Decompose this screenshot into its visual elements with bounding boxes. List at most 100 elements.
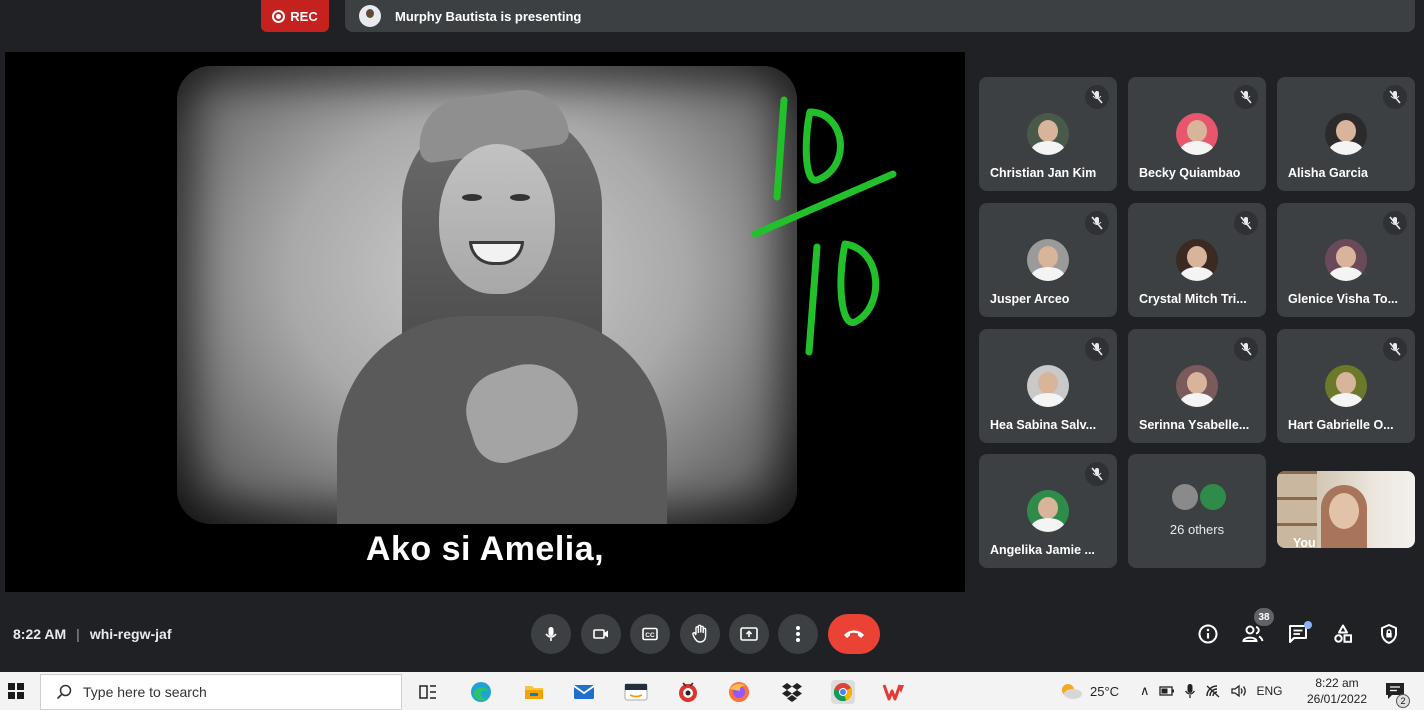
participant-name: Hart Gabrielle O... xyxy=(1288,418,1394,432)
participant-tile[interactable]: Alisha Garcia xyxy=(1277,77,1415,191)
presenting-banner[interactable]: Murphy Bautista is presenting xyxy=(345,0,1415,32)
mic-off-icon xyxy=(1085,211,1109,235)
chat-unread-dot xyxy=(1304,621,1312,629)
wps-office-icon[interactable] xyxy=(882,680,906,704)
self-label: You xyxy=(1293,536,1316,548)
record-icon xyxy=(272,9,286,23)
participant-avatar xyxy=(1027,113,1069,155)
participant-tile[interactable]: Serinna Ysabelle... xyxy=(1128,329,1266,443)
participant-avatar xyxy=(1027,365,1069,407)
others-avatars xyxy=(1172,484,1226,510)
taskbar-search[interactable]: Type here to search xyxy=(40,674,402,710)
meeting-code: whi-regw-jaf xyxy=(89,626,172,642)
participant-tile[interactable]: Crystal Mitch Tri... xyxy=(1128,203,1266,317)
participant-name: Crystal Mitch Tri... xyxy=(1139,292,1247,306)
camera-icon xyxy=(593,629,608,639)
recording-badge[interactable]: REC xyxy=(261,0,329,32)
participant-tile[interactable]: Hart Gabrielle O... xyxy=(1277,329,1415,443)
participant-tile[interactable]: Jusper Arceo xyxy=(979,203,1117,317)
participant-name: Alisha Garcia xyxy=(1288,166,1368,180)
participant-tile[interactable]: Angelika Jamie ... xyxy=(979,454,1117,568)
presentation-stage[interactable]: Ako si Amelia, xyxy=(5,52,965,592)
participant-name: Angelika Jamie ... xyxy=(990,543,1095,557)
participant-avatar xyxy=(1325,239,1367,281)
captions-button[interactable]: CC xyxy=(630,614,670,654)
mic-off-icon xyxy=(1085,337,1109,361)
hand-icon xyxy=(692,624,707,643)
chrome-icon[interactable] xyxy=(831,680,855,704)
mic-off-icon xyxy=(1383,211,1407,235)
host-controls-button[interactable] xyxy=(1375,620,1403,648)
battery-icon[interactable] xyxy=(1158,684,1175,698)
microphone-tray-icon[interactable] xyxy=(1184,683,1196,699)
microphone-button[interactable] xyxy=(531,614,571,654)
meeting-time: 8:22 AM xyxy=(13,626,67,642)
microphone-icon xyxy=(545,627,557,641)
search-placeholder: Type here to search xyxy=(83,684,207,700)
task-view-icon[interactable] xyxy=(416,680,440,704)
captions-icon: CC xyxy=(642,627,658,641)
mic-off-icon xyxy=(1383,337,1407,361)
participant-name: Serinna Ysabelle... xyxy=(1139,418,1250,432)
people-icon xyxy=(1242,625,1264,642)
others-tile[interactable]: 26 others xyxy=(1128,454,1266,568)
participant-avatar xyxy=(1027,239,1069,281)
mail-icon[interactable] xyxy=(572,680,596,704)
taskbar-clock[interactable]: 8:22 am 26/01/2022 xyxy=(1302,675,1372,707)
weather-icon xyxy=(1062,684,1082,699)
taskbar-date: 26/01/2022 xyxy=(1306,692,1368,706)
system-tray: ∧ ENG xyxy=(1140,672,1283,710)
mic-off-icon xyxy=(1085,462,1109,486)
mic-off-icon xyxy=(1234,211,1258,235)
camera-button[interactable] xyxy=(581,614,621,654)
language-indicator[interactable]: ENG xyxy=(1257,684,1283,698)
participant-tile[interactable]: Christian Jan Kim xyxy=(979,77,1117,191)
weather-widget[interactable]: 25°C xyxy=(1058,672,1119,710)
leave-call-button[interactable] xyxy=(828,614,880,654)
presenting-text: Murphy Bautista is presenting xyxy=(395,8,582,24)
activities-icon xyxy=(1334,624,1352,643)
meeting-info: 8:22 AM | whi-regw-jaf xyxy=(13,626,171,642)
svg-text:CC: CC xyxy=(645,632,655,639)
chevron-up-icon[interactable]: ∧ xyxy=(1140,683,1150,699)
windows-start-icon[interactable] xyxy=(8,683,24,699)
dropbox-icon[interactable] xyxy=(780,680,804,704)
mic-off-icon xyxy=(1085,85,1109,109)
top-bar: REC Murphy Bautista is presenting xyxy=(0,0,1424,36)
edge-browser-icon[interactable] xyxy=(469,680,493,704)
wifi-icon[interactable] xyxy=(1205,684,1221,698)
participant-avatar xyxy=(1325,113,1367,155)
mic-off-icon xyxy=(1234,337,1258,361)
present-icon xyxy=(740,627,758,641)
participant-avatar xyxy=(1176,239,1218,281)
recording-label: REC xyxy=(290,8,318,24)
info-icon xyxy=(1198,624,1218,644)
amazon-icon[interactable] xyxy=(624,680,648,704)
media-app-icon[interactable] xyxy=(676,680,700,704)
self-view-tile[interactable]: You xyxy=(1277,471,1415,548)
slide-caption: Ako si Amelia, xyxy=(365,530,605,568)
participant-name: Becky Quiambao xyxy=(1139,166,1241,180)
meeting-details-button[interactable] xyxy=(1194,620,1222,648)
activities-button[interactable] xyxy=(1329,620,1357,648)
participant-name: Hea Sabina Salv... xyxy=(990,418,1097,432)
participant-tile[interactable]: Glenice Visha To... xyxy=(1277,203,1415,317)
more-options-button[interactable] xyxy=(778,614,818,654)
more-vert-icon xyxy=(796,626,800,642)
presented-photo xyxy=(177,66,797,524)
present-screen-button[interactable] xyxy=(729,614,769,654)
participant-name: Jusper Arceo xyxy=(990,292,1070,306)
others-count: 26 others xyxy=(1169,522,1225,537)
file-explorer-icon[interactable] xyxy=(522,680,546,704)
participant-tile[interactable]: Becky Quiambao xyxy=(1128,77,1266,191)
volume-icon[interactable] xyxy=(1230,684,1248,698)
participant-tile[interactable]: Hea Sabina Salv... xyxy=(979,329,1117,443)
raise-hand-button[interactable] xyxy=(680,614,720,654)
taskbar-time: 8:22 am xyxy=(1315,676,1359,690)
presenter-avatar xyxy=(359,5,381,27)
participant-name: Christian Jan Kim xyxy=(990,166,1097,180)
firefox-icon[interactable] xyxy=(727,680,751,704)
participant-avatar xyxy=(1027,490,1069,532)
mic-off-icon xyxy=(1383,85,1407,109)
hang-up-icon xyxy=(844,630,864,638)
